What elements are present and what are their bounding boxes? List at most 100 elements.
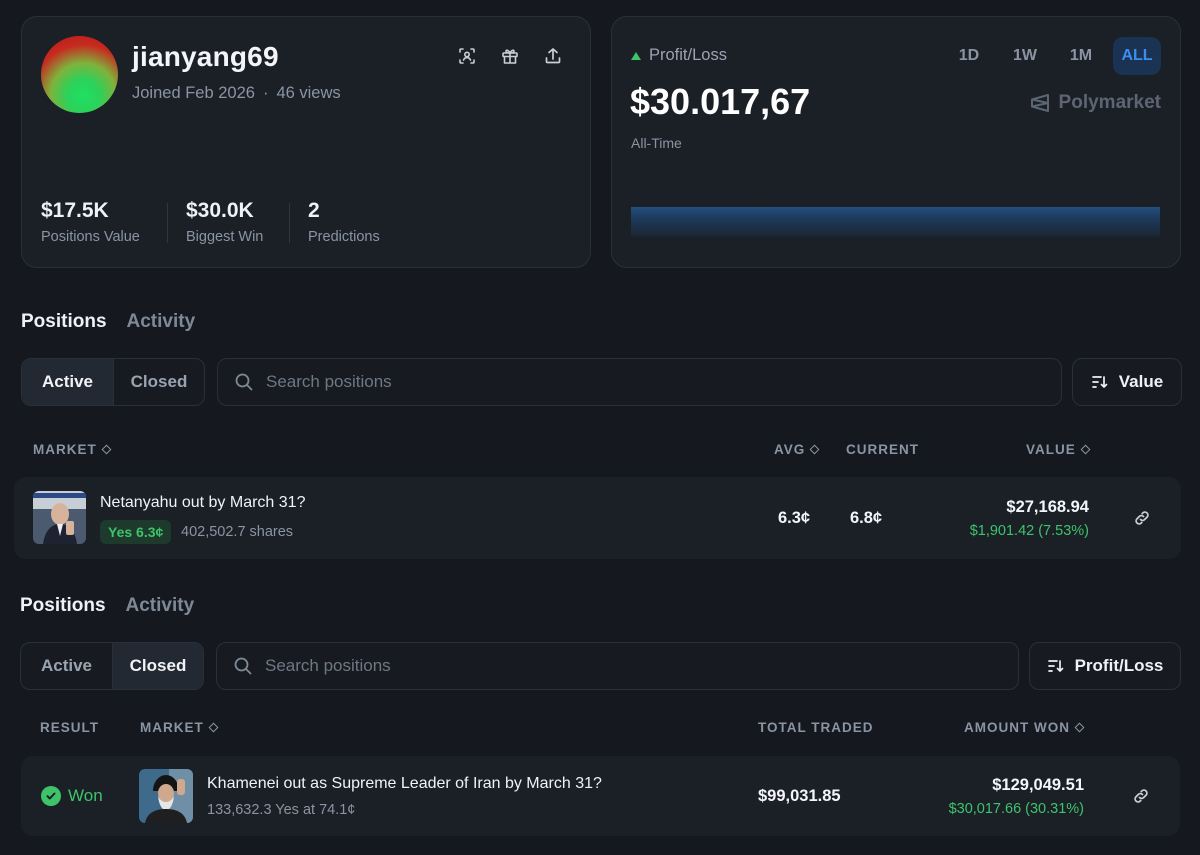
position-change: $1,901.42 (7.53%)	[969, 523, 1089, 539]
sort-label: Profit/Loss	[1074, 656, 1164, 675]
pnl-chart[interactable]	[631, 207, 1160, 237]
pnl-period-label: All-Time	[631, 135, 682, 151]
username: jianyang69	[132, 41, 279, 72]
sort-icon	[1047, 660, 1063, 672]
pnl-title: Profit/Loss	[649, 46, 727, 64]
column-header-result: RESULT	[40, 720, 99, 735]
header-label: TOTAL TRADED	[758, 720, 874, 735]
market-title[interactable]: Netanyahu out by March 31?	[100, 494, 305, 512]
stat-biggest-win: $30.0K Biggest Win	[186, 199, 263, 245]
polymarket-logo-icon	[1030, 94, 1049, 112]
stat-value: $30.0K	[186, 199, 254, 222]
sort-icon	[1091, 376, 1108, 388]
search-icon	[235, 373, 253, 391]
position-value: $27,168.94	[1006, 498, 1089, 516]
stat-predictions: 2 Predictions	[308, 199, 380, 245]
tab-activity[interactable]: Activity	[126, 595, 195, 617]
profile-tabs: Positions Activity	[20, 595, 194, 617]
pnl-value: $30.017,67	[630, 81, 811, 122]
total-traded: $99,031.85	[758, 787, 841, 805]
tab-activity[interactable]: Activity	[127, 311, 196, 333]
stat-label: Positions Value	[41, 229, 140, 245]
range-all-button[interactable]: ALL	[1113, 37, 1161, 75]
market-thumbnail	[33, 491, 86, 544]
position-status-filter: Active Closed	[20, 642, 204, 690]
meta-separator: ·	[262, 84, 269, 102]
stat-label: Predictions	[308, 229, 380, 245]
header-label: MARKET	[140, 720, 204, 735]
outcome-badge: Yes 6.3¢	[100, 520, 172, 544]
sort-diamond-icon	[1080, 444, 1091, 455]
stat-label: Biggest Win	[186, 229, 264, 245]
profit-loss-card: Profit/Loss $30.017,67 All-Time 1D 1W 1M…	[611, 16, 1181, 268]
polymarket-brand: Polymarket	[1029, 92, 1161, 114]
header-label: CURRENT	[846, 442, 919, 457]
pnl-header: Profit/Loss	[631, 46, 727, 65]
share-count: 402,502.7 shares	[181, 524, 294, 540]
trade-detail: 133,632.3 Yes at 74.1¢	[207, 802, 356, 818]
market-thumbnail	[139, 769, 193, 823]
current-price: 6.8¢	[850, 509, 883, 527]
tab-positions[interactable]: Positions	[20, 595, 106, 617]
tab-positions[interactable]: Positions	[21, 311, 107, 333]
profile-card: jianyang69 Joined Feb 2026 · 46 views $17.…	[21, 16, 591, 268]
range-1m-button[interactable]: 1M	[1057, 37, 1105, 75]
sort-label: Value	[1118, 372, 1164, 391]
share-icon[interactable]	[541, 44, 565, 68]
sort-diamond-icon	[1074, 722, 1085, 733]
market-title[interactable]: Khamenei out as Supreme Leader of Iran b…	[207, 775, 602, 793]
search-input[interactable]	[265, 656, 965, 676]
filter-closed-button[interactable]: Closed	[112, 643, 203, 689]
column-header-market[interactable]: MARKET	[33, 442, 112, 457]
range-1w-button[interactable]: 1W	[1001, 37, 1049, 75]
header-label: RESULT	[40, 720, 99, 735]
header-label: AMOUNT WON	[964, 720, 1070, 735]
time-range-selector: 1D 1W 1M ALL	[945, 37, 1161, 75]
sort-diamond-icon	[208, 722, 219, 733]
avatar[interactable]	[41, 36, 118, 113]
amount-won: $129,049.51	[992, 776, 1084, 794]
result-badge: Won	[41, 786, 103, 806]
search-box	[216, 642, 1019, 690]
joined-date: Joined Feb 2026	[132, 84, 255, 102]
header-label: AVG	[774, 442, 806, 457]
sort-diamond-icon	[809, 444, 820, 455]
position-status-filter: Active Closed	[21, 358, 205, 406]
brand-name: Polymarket	[1058, 92, 1161, 113]
link-icon[interactable]	[1132, 508, 1152, 528]
column-header-value[interactable]: VALUE	[1026, 442, 1091, 457]
avg-price: 6.3¢	[778, 509, 811, 527]
sort-button[interactable]: Profit/Loss	[1029, 642, 1181, 690]
link-icon[interactable]	[1131, 786, 1151, 806]
search-box	[217, 358, 1062, 406]
range-1d-button[interactable]: 1D	[945, 37, 993, 75]
stat-value: $17.5K	[41, 199, 109, 222]
profile-meta: Joined Feb 2026 · 46 views	[132, 84, 341, 103]
table-row[interactable]: Won Khamenei out as Supreme Leader of Ir…	[21, 756, 1180, 836]
stat-positions-value: $17.5K Positions Value	[41, 199, 140, 245]
column-header-total-traded: TOTAL TRADED	[758, 720, 874, 735]
filter-active-button[interactable]: Active	[22, 359, 113, 405]
filter-active-button[interactable]: Active	[21, 643, 112, 689]
filter-closed-button[interactable]: Closed	[113, 359, 204, 405]
gift-icon[interactable]	[498, 44, 522, 68]
scan-icon[interactable]	[455, 44, 479, 68]
header-label: MARKET	[33, 442, 97, 457]
column-header-market[interactable]: MARKET	[140, 720, 219, 735]
table-row[interactable]: Netanyahu out by March 31? Yes 6.3¢ 402,…	[14, 477, 1181, 559]
profile-tabs: Positions Activity	[21, 311, 195, 333]
stat-value: 2	[308, 199, 320, 222]
column-header-amount-won[interactable]: AMOUNT WON	[964, 720, 1085, 735]
result-label: Won	[68, 786, 103, 805]
column-header-avg[interactable]: AVG	[774, 442, 820, 457]
view-count: 46 views	[276, 84, 341, 102]
stat-divider	[167, 203, 168, 243]
sort-diamond-icon	[101, 444, 112, 455]
column-header-current: CURRENT	[846, 442, 919, 457]
check-circle-icon	[41, 786, 61, 806]
stat-divider	[289, 203, 290, 243]
trend-up-icon	[631, 51, 641, 60]
sort-button[interactable]: Value	[1072, 358, 1182, 406]
profit-amount: $30,017.66 (30.31%)	[948, 801, 1084, 817]
search-input[interactable]	[266, 372, 966, 392]
